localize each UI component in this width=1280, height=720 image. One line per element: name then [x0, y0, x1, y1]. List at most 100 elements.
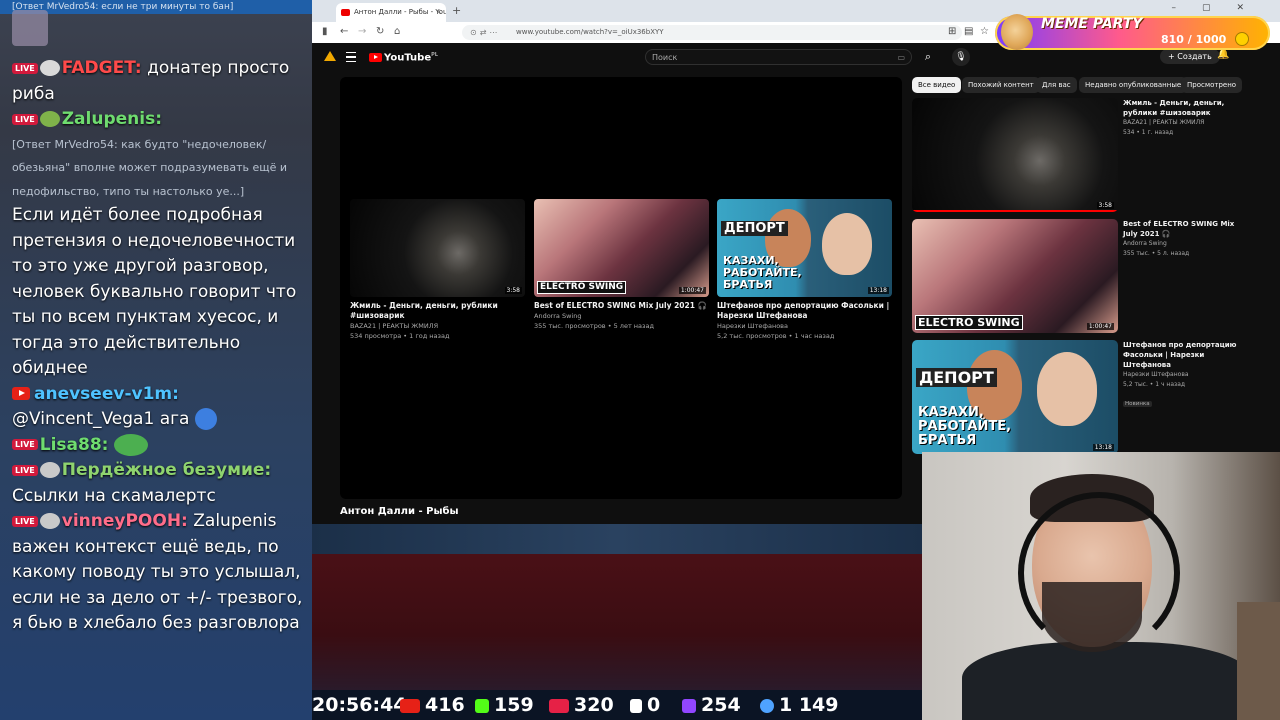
video-channel[interactable]: Andorra Swing [534, 311, 709, 321]
live-badge: LIVE [12, 439, 38, 450]
pepe-emote-icon [113, 433, 148, 456]
chat-username: FADGET: [61, 58, 142, 78]
video-channel[interactable]: Andorra Swing [1123, 239, 1248, 249]
chat-message: LIVE FADGET: донатер просто риба [12, 56, 312, 107]
menu-icon[interactable] [346, 52, 356, 62]
search-input[interactable]: Поиск ▭ [645, 49, 912, 65]
video-duration: 1:00:47 [678, 287, 706, 294]
video-thumbnail[interactable]: ELECTRO SWING 1:00:47 [534, 199, 709, 297]
home-button[interactable]: ⌂ [394, 26, 400, 37]
frog-emote-icon [39, 111, 60, 127]
headset-icon [1018, 492, 1180, 654]
chip-recently-uploaded[interactable]: Недавно опубликованные [1079, 77, 1188, 93]
video-title[interactable]: Штефанов про депортацию Фасольки | Нарез… [1123, 340, 1248, 370]
video-title[interactable]: Жмиль - Деньги, деньги, рублики #шизовар… [350, 301, 525, 321]
reader-icon[interactable]: ▤ [964, 26, 973, 37]
youtube-logo[interactable]: YouTubePL [369, 52, 438, 63]
video-duration: 13:18 [867, 287, 889, 294]
video-thumbnail[interactable]: ELECTRO SWING 1:00:47 [912, 219, 1118, 333]
chat-overlay: [Ответ MrVedro54: если не три минуты то … [0, 0, 312, 720]
chat-avatar [12, 10, 48, 46]
video-thumbnail[interactable]: 3:58 [912, 98, 1118, 212]
browser-tab[interactable]: Антон Далли - Рыбы - YouTube × [336, 3, 446, 22]
browser-window: Антон Далли - Рыбы - YouTube × + –▢✕ ▮ ←… [312, 0, 1280, 524]
video-title[interactable]: Жмиль - Деньги, деньги, рублики #шизовар… [1123, 98, 1248, 118]
endscreen-video[interactable]: ELECTRO SWING 1:00:47 Best of ELECTRO SW… [534, 199, 709, 331]
video-meta-block: Штефанов про депортацию Фасольки | Нарез… [1123, 340, 1248, 409]
bookmark-star-icon[interactable]: ☆ [980, 26, 989, 37]
video-player[interactable]: 3:58 Жмиль - Деньги, деньги, рублики #ши… [340, 77, 902, 499]
chat-message: anevseev-v1m: [12, 382, 312, 408]
youtube-stat: 416 [400, 690, 465, 720]
video-meta-block: Best of ELECTRO SWING Mix July 2021 🎧 An… [1123, 219, 1248, 259]
chip-related[interactable]: Похожий контент [962, 77, 1040, 93]
install-icon[interactable]: ⊞ [948, 26, 956, 37]
laughing-emote-icon [194, 408, 217, 430]
new-tab-button[interactable]: + [452, 4, 461, 17]
video-channel[interactable]: Нарезки Штефанова [1123, 370, 1248, 380]
deport-label: ДЕПОРТ [721, 221, 788, 236]
viewer-stats-bar: 20:56:44 416 159 320 0 254 1 149 [312, 690, 922, 720]
kick-icon [475, 698, 489, 713]
video-meta: 534 • 1 г. назад [1123, 129, 1174, 136]
video-meta: 355 тыс. просмотров • 5 лет назад [534, 322, 654, 330]
window-controls[interactable]: –▢✕ [1171, 3, 1270, 13]
video-meta: 5,2 тыс. просмотров • 1 час назад [717, 332, 835, 340]
chip-all-videos[interactable]: Все видео [912, 77, 962, 93]
video-channel[interactable]: BAZA21 | РЕАКТЫ ЖМИЛЯ [1123, 118, 1248, 128]
close-tab-icon[interactable]: × [436, 3, 442, 22]
doge-icon [1001, 14, 1033, 50]
search-placeholder: Поиск [652, 53, 678, 62]
webcam-feed [922, 452, 1280, 720]
chat-username: anevseev-v1m: [34, 383, 179, 404]
video-thumbnail[interactable]: ДЕПОРТ КАЗАХИ, РАБОТАЙТЕ, БРАТЬЯ 13:18 [912, 340, 1118, 454]
video-thumbnail[interactable]: 3:58 [350, 199, 525, 297]
search-icon[interactable]: ⌕ [919, 49, 937, 65]
total-viewers-stat: 1 149 [760, 690, 839, 720]
address-bar[interactable]: ⊙⇄⋯ www.youtube.com/watch?v=_oiUx36bXYY [462, 25, 962, 40]
microphone-icon[interactable]: 🎙 [952, 48, 970, 66]
live-badge: LIVE [12, 515, 38, 527]
chat-message: LIVE Пердёжное безумие: [12, 458, 312, 484]
kick-stat: 159 [475, 690, 534, 720]
create-button[interactable]: + Создать [1160, 49, 1220, 64]
back-button[interactable]: ← [340, 26, 348, 37]
keyboard-icon[interactable]: ▭ [897, 50, 905, 66]
video-meta: 355 тыс. • 5 л. назад [1123, 250, 1190, 257]
video-channel[interactable]: BAZA21 | РЕАКТЫ ЖМИЛЯ [350, 321, 525, 331]
forward-button[interactable]: → [358, 26, 366, 37]
endscreen-video[interactable]: 3:58 Жмиль - Деньги, деньги, рублики #ши… [350, 199, 525, 341]
backdrop-red [312, 554, 922, 690]
video-title[interactable]: Штефанов про депортацию Фасольки | Нарез… [717, 301, 892, 321]
meme-party-counter: 810 / 1000 [1161, 33, 1227, 46]
twitch-icon [682, 698, 696, 713]
video-meta: 534 просмотра • 1 год назад [350, 332, 450, 340]
site-info-icon[interactable]: ⊙⇄⋯ [470, 25, 500, 40]
video-thumbnail[interactable]: ДЕПОРТ КАЗАХИ, РАБОТАЙТЕ, БРАТЬЯ 13:18 [717, 199, 892, 297]
chip-watched[interactable]: Просмотрено [1181, 77, 1243, 93]
video-title[interactable]: Best of ELECTRO SWING Mix July 2021 🎧 [1123, 219, 1248, 239]
chat-username: Пердёжное безумие: [61, 460, 272, 480]
endscreen-video[interactable]: ДЕПОРТ КАЗАХИ, РАБОТАЙТЕ, БРАТЬЯ 13:18 Ш… [717, 199, 892, 341]
chat-text: @Vincent_Vega1 ага [12, 409, 190, 429]
chat-username: Lisa88: [39, 434, 109, 455]
user-icon [760, 698, 774, 713]
chat-messages: LIVE FADGET: донатер просто риба LIVE Zalu… [0, 56, 312, 637]
url-text: www.youtube.com/watch?v=_oiUx36bXYY [516, 28, 664, 36]
youtube-icon [400, 698, 420, 713]
rutube-icon [630, 698, 642, 713]
electro-swing-label: ELECTRO SWING [537, 281, 627, 294]
sidebar-toggle-icon[interactable]: ▮ [322, 26, 328, 37]
chip-for-you[interactable]: Для вас [1036, 77, 1077, 93]
video-duration: 13:18 [1092, 444, 1114, 451]
twitch-stat: 254 [682, 690, 741, 720]
youtube-icon [12, 387, 30, 400]
warning-icon[interactable] [324, 51, 336, 61]
filter-chips: Все видео Похожий контент Для вас Недавн… [912, 77, 1280, 93]
notifications-bell-icon[interactable]: 🔔 [1217, 49, 1229, 60]
electro-swing-label: ELECTRO SWING [915, 315, 1023, 330]
live-badge: LIVE [12, 62, 38, 74]
video-title[interactable]: Best of ELECTRO SWING Mix July 2021 🎧 [534, 301, 709, 311]
reload-button[interactable]: ↻ [376, 26, 384, 37]
video-channel[interactable]: Нарезки Штефанова [717, 321, 892, 331]
